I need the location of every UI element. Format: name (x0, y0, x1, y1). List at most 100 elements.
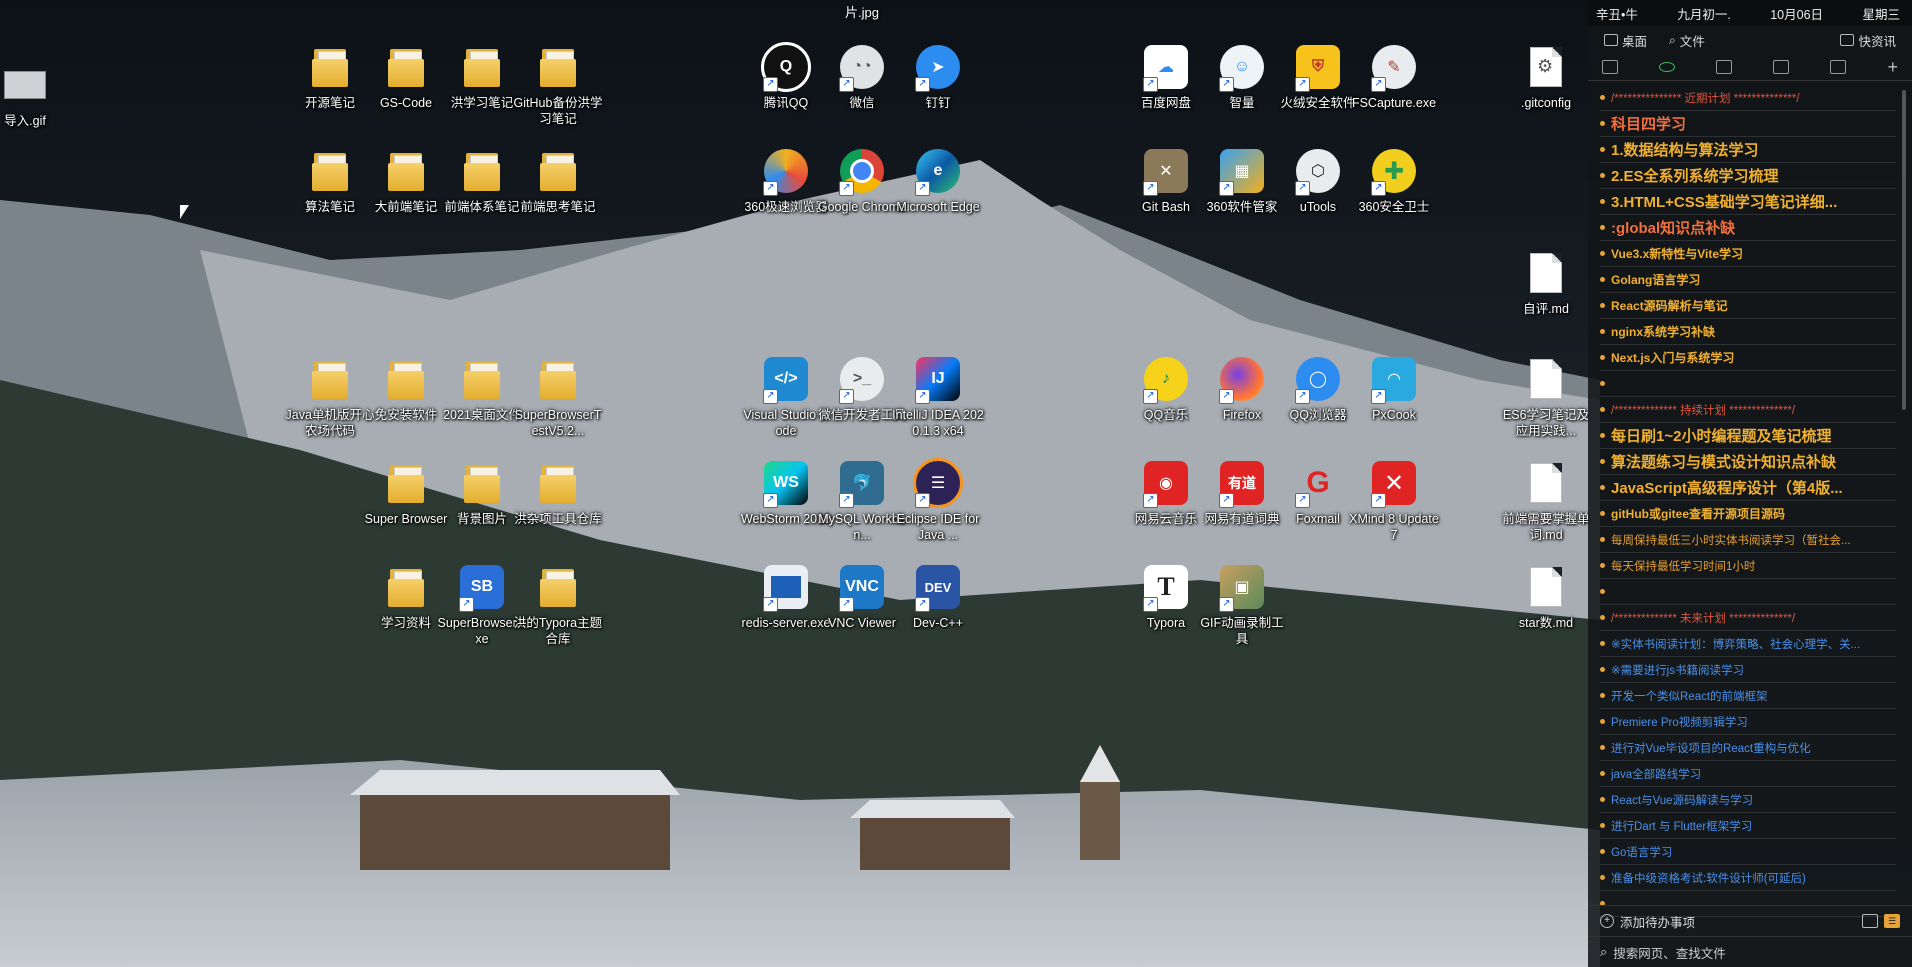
desktop-icon-netease-music[interactable]: ◉ ↗ 网易云音乐 (1123, 458, 1209, 554)
todo-item[interactable]: React与Vue源码解读与学习 (1600, 787, 1896, 813)
todo-item[interactable]: Next.js入门与系统学习 (1600, 345, 1896, 371)
desktop-icon-folder[interactable]: 前端体系笔记 (439, 146, 525, 242)
todo-item[interactable]: 进行对Vue毕设项目的React重构与优化 (1600, 735, 1896, 761)
todo-item[interactable]: gitHub或gitee查看开源项目源码 (1600, 501, 1896, 527)
desktop-icon-huorong[interactable]: ⛨ ↗ 火绒安全软件 (1275, 42, 1361, 138)
todo-text: 科目四学习 (1611, 116, 1687, 133)
desktop-icon-fscapture[interactable]: ✎ ↗ FSCapture.exe (1351, 42, 1437, 138)
desktop-icon-folder[interactable]: 洪的Typora主题合库 (514, 562, 602, 658)
plus-circle-icon: + (1600, 914, 1614, 928)
todo-scrollbar[interactable] (1902, 90, 1906, 410)
todo-item[interactable]: Golang语言学习 (1600, 267, 1896, 293)
desktop-icon-firefox[interactable]: ↗ Firefox (1199, 354, 1285, 450)
todo-item[interactable]: 每天保持最低学习时间1小时 (1600, 553, 1896, 579)
desktop-icon-360-browser[interactable]: ↗ 360极速浏览器 (743, 146, 829, 242)
app-badge-icon[interactable]: ☰ (1884, 914, 1900, 928)
shortcut-arrow-icon: ↗ (763, 77, 778, 92)
desktop-icon-md-file[interactable]: 前端需要掌握单词.md (1502, 458, 1590, 554)
todo-item[interactable]: Vue3.x新特性与Vite学习 (1600, 241, 1896, 267)
desktop-icon-dingtalk[interactable]: ➤ ↗ 钉钉 (895, 42, 981, 138)
desktop-icon-baidu-netdisk[interactable]: ☁ ↗ 百度网盘 (1123, 42, 1209, 138)
desktop-icon-devcpp[interactable]: DEV ↗ Dev-C++ (895, 562, 981, 658)
todo-item[interactable]: 开发一个类似React的前端框架 (1600, 683, 1896, 709)
todo-item[interactable]: 算法题练习与模式设计知识点补缺 (1600, 449, 1896, 475)
todo-item[interactable]: 每日刷1~2小时编程题及笔记梳理 (1600, 423, 1896, 449)
desktop-icon-folder[interactable]: 背景图片 (439, 458, 525, 554)
desktop-icon-md-file[interactable]: 自评.md (1503, 248, 1589, 344)
edit-icon[interactable] (1716, 60, 1733, 74)
todo-item[interactable]: 2.ES全系列系统学习梳理 (1600, 163, 1896, 189)
desktop-icon-folder[interactable]: Super Browser (363, 458, 449, 554)
crop-icon[interactable] (1602, 60, 1618, 74)
desktop-icon-folder[interactable]: 洪杂项工具仓库 (514, 458, 602, 554)
desktop-icon-git-bash[interactable]: ✕ ↗ Git Bash (1123, 146, 1209, 242)
desktop-icon-folder[interactable]: 算法笔记 (287, 146, 373, 242)
desktop-icon-vscode[interactable]: </> ↗ Visual Studio Code (743, 354, 829, 450)
desktop-icon-qq[interactable]: Q ↗ 腾讯QQ (743, 42, 829, 138)
todo-item[interactable]: ※实体书阅读计划：博弈策略、社会心理学、关... (1600, 631, 1896, 657)
todo-text: 每周保持最低三小时实体书阅读学习（暂社会... (1611, 534, 1851, 547)
desktop-icon-vnc-viewer[interactable]: VNC ↗ VNC Viewer (819, 562, 905, 658)
todo-item[interactable]: /*************** 近期计划 **************/ (1600, 85, 1896, 111)
share-icon[interactable] (1862, 914, 1878, 928)
todo-item[interactable]: 1.数据结构与算法学习 (1600, 137, 1896, 163)
todo-item[interactable]: java全部路线学习 (1600, 761, 1896, 787)
desktop-icon-edge[interactable]: e ↗ Microsoft Edge (895, 146, 981, 242)
todo-item[interactable]: nginx系统学习补缺 (1600, 319, 1896, 345)
todo-item[interactable]: :global知识点补缺 (1600, 215, 1896, 241)
todo-item[interactable]: Go语言学习 (1600, 839, 1896, 865)
desktop-icon-md-file[interactable]: star数.md (1503, 562, 1589, 658)
tab-desktop[interactable]: 桌面 (1596, 29, 1655, 52)
desktop-icon-chrome[interactable]: ↗ Google Chrome (818, 146, 906, 242)
todo-item[interactable]: /************** 持续计划 **************/ (1600, 397, 1896, 423)
desktop-icon-folder[interactable]: SuperBrowserTestV5.2... (515, 354, 601, 450)
desktop-icon-intellij[interactable]: IJ ↗ IntelliJ IDEA 2020.1.3 x64 (892, 354, 984, 450)
todo-item[interactable]: ※需要进行js书籍阅读学习 (1600, 657, 1896, 683)
desktop-icon-pxcook[interactable]: ◠ ↗ PxCook (1351, 354, 1437, 450)
todo-item[interactable]: /************** 未来计划 **************/ (1600, 605, 1896, 631)
calculator-icon[interactable] (1773, 60, 1790, 74)
desktop-icon-import-gif[interactable]: 导入.gif (0, 60, 68, 156)
desktop-icon-wechat[interactable]: ◔◔ ↗ 微信 (819, 42, 905, 138)
desktop-icon-folder[interactable]: 开源笔记 (287, 42, 373, 138)
todo-item[interactable]: 进行Dart 与 Flutter框架学习 (1600, 813, 1896, 839)
todo-item[interactable]: React源码解析与笔记 (1600, 293, 1896, 319)
add-todo-button[interactable]: + 添加待办事项 ☰ (1588, 905, 1912, 936)
desktop-icon-folder[interactable]: 免安装软件 (363, 354, 449, 450)
todo-item[interactable]: Premiere Pro视频剪辑学习 (1600, 709, 1896, 735)
search-input[interactable]: 搜索网页、查找文件 (1613, 943, 1726, 962)
desktop-icon-gitconfig[interactable]: ⚙ .gitconfig (1503, 42, 1589, 138)
desktop-icon-md-file[interactable]: ES6学习笔记及应用实践... (1503, 354, 1589, 450)
tab-files[interactable]: ⌕ 文件 (1661, 29, 1713, 52)
todo-item[interactable] (1600, 579, 1896, 605)
plus-icon[interactable]: + (1887, 58, 1898, 76)
todo-item[interactable]: 每周保持最低三小时实体书阅读学习（暂社会... (1600, 527, 1896, 553)
todo-item[interactable]: 3.HTML+CSS基础学习笔记详细... (1600, 189, 1896, 215)
todo-item[interactable]: 科目四学习 (1600, 111, 1896, 137)
wallpaper-filename: 片.jpg (845, 5, 879, 20)
desktop-icon-qq-music[interactable]: ♪ ↗ QQ音乐 (1123, 354, 1209, 450)
desktop-icon-360-safe[interactable]: ✚ ↗ 360安全卫士 (1351, 146, 1437, 242)
todo-item[interactable]: 准备中级资格考试:软件设计师(可延后) (1600, 865, 1896, 891)
desktop-icon-redis-server[interactable]: ↗ redis-server.exe (742, 562, 830, 658)
calendar-bar[interactable]: 辛丑•牛 九月初一. 10月06日 星期三 (1588, 0, 1912, 26)
desktop-icon-utools[interactable]: ⬡ ↗ uTools (1275, 146, 1361, 242)
desktop-icon-folder[interactable]: Java单机版开心农场代码 (286, 354, 374, 450)
lock-icon[interactable] (1830, 60, 1847, 74)
todo-item[interactable] (1600, 371, 1896, 397)
desktop-icon-youdao-dict[interactable]: 有道 ↗ 网易有道词典 (1199, 458, 1285, 554)
desktop-icon-eclipse[interactable]: ☰ ↗ Eclipse IDE for Java ... (895, 458, 981, 554)
desktop-icon-qq-browser[interactable]: ◯ ↗ QQ浏览器 (1275, 354, 1361, 450)
desktop-icon-zhiliang[interactable]: ☺ ↗ 智量 (1199, 42, 1285, 138)
desktop-icon-folder[interactable]: 前端思考笔记 (515, 146, 601, 242)
tab-quick-news[interactable]: 快资讯 (1832, 29, 1904, 52)
desktop-icon-gif-recorder[interactable]: ▣ ↗ GIF动画录制工具 (1199, 562, 1285, 658)
desktop-icon-360-software-manager[interactable]: ▦ ↗ 360软件管家 (1199, 146, 1285, 242)
eye-icon[interactable] (1659, 62, 1676, 72)
desktop-icon-folder[interactable]: GitHub备份洪学习笔记 (514, 42, 602, 138)
desktop-icon-folder[interactable]: 大前端笔记 (363, 146, 449, 242)
todo-item[interactable]: JavaScript高级程序设计（第4版... (1600, 475, 1896, 501)
search-bar[interactable]: ⌕ 搜索网页、查找文件 (1588, 936, 1912, 967)
desktop-icon-xmind[interactable]: ✕ ↗ XMind 8 Update 7 (1349, 458, 1439, 554)
desktop-icon-folder[interactable]: GS-Code (363, 42, 449, 138)
